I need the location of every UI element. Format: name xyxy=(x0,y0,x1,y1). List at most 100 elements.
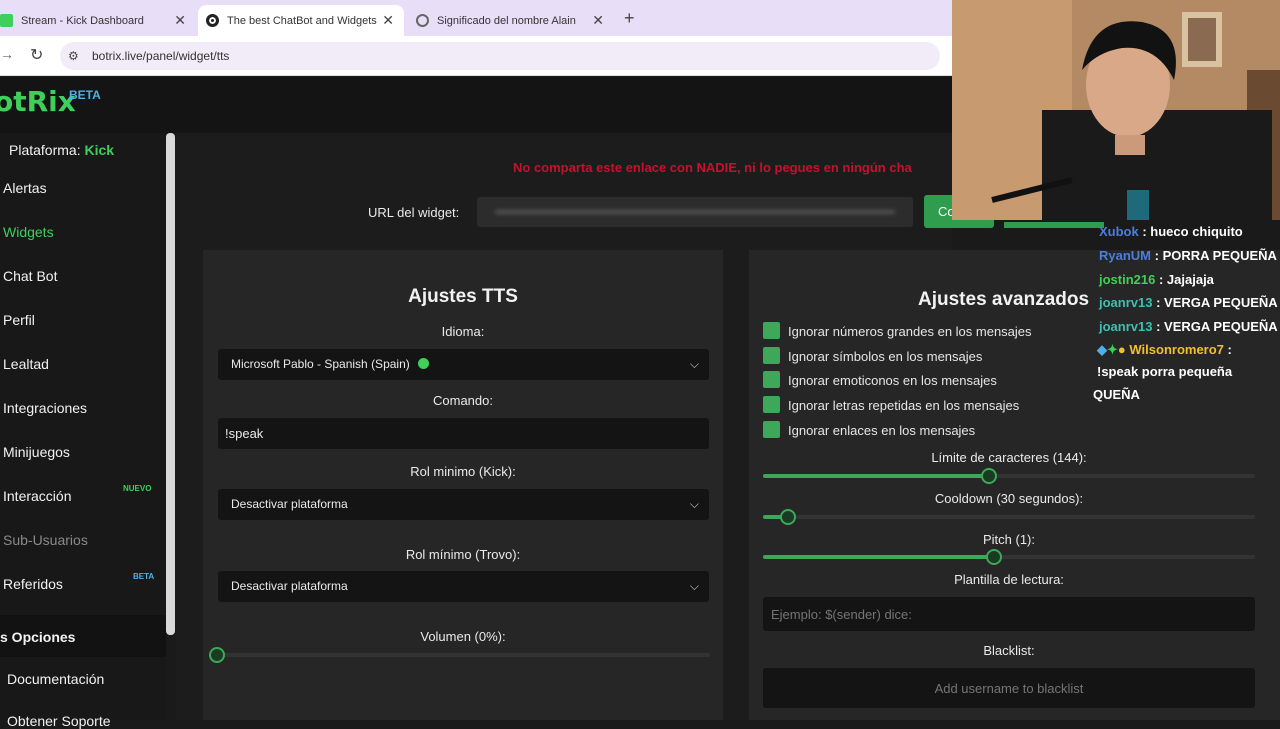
sidebar-item-integraciones[interactable]: Integraciones xyxy=(3,400,87,416)
chat-text: PORRA PEQUEÑA xyxy=(1162,248,1277,263)
sidebar-item-interaccion[interactable]: Interacción xyxy=(3,488,71,504)
sidebar: Plataforma: Kick Alertas Widgets Chat Bo… xyxy=(0,133,166,729)
rol-kick-value: Desactivar plataforma xyxy=(231,497,348,511)
spiral-icon xyxy=(416,14,429,27)
section-title: s Opciones xyxy=(0,629,76,645)
chat-username: Wilsonromero7 xyxy=(1129,342,1224,357)
chevron-down-icon: ⌵ xyxy=(689,357,699,371)
chat-message: RyanUM : PORRA PEQUEÑA xyxy=(1099,248,1277,263)
tts-panel: Ajustes TTS Idioma: Microsoft Pablo - Sp… xyxy=(203,250,723,720)
chat-text: VERGA PEQUEÑA xyxy=(1164,295,1278,310)
sidebar-item-minijuegos[interactable]: Minijuegos xyxy=(3,444,70,460)
status-dot-icon xyxy=(418,358,430,369)
reload-icon[interactable]: ↻ xyxy=(30,45,43,65)
tab-kick-dashboard[interactable]: Stream - Kick Dashboard ✕ xyxy=(0,5,196,36)
close-icon[interactable]: ✕ xyxy=(174,12,186,29)
section-header: s Opciones xyxy=(0,615,166,657)
chat-separator: : xyxy=(1138,224,1151,239)
sidebar-scrollbar[interactable] xyxy=(166,133,175,635)
chat-username: joanrv13 xyxy=(1099,295,1153,310)
sidebar-item-chat-bot[interactable]: Chat Bot xyxy=(3,268,57,284)
slider-handle[interactable] xyxy=(209,647,225,663)
close-icon[interactable]: ✕ xyxy=(592,12,604,29)
chevron-down-icon: ⌵ xyxy=(689,579,699,593)
chat-badges-icon: ◆✦● xyxy=(1097,342,1126,357)
beta-badge: BETA xyxy=(69,88,101,102)
checkbox[interactable] xyxy=(763,421,780,438)
platform-label: Plataforma: xyxy=(9,142,81,158)
webcam-image xyxy=(952,0,1280,220)
cooldown-label: Cooldown (30 segundos): xyxy=(934,491,1084,506)
forward-icon[interactable]: → xyxy=(0,46,14,62)
sidebar-item-sub-usuarios[interactable]: Sub-Usuarios xyxy=(3,532,88,548)
blurred-url xyxy=(495,210,895,214)
tab-label: Significado del nombre Alain xyxy=(437,14,576,27)
template-label: Plantilla de lectura: xyxy=(954,572,1064,587)
chat-username: jostin216 xyxy=(1099,272,1156,287)
chat-separator: : xyxy=(1152,295,1165,310)
botrix-icon xyxy=(206,14,219,27)
chat-username: Xubok xyxy=(1099,224,1139,239)
tab-label: The best ChatBot and Widgets xyxy=(227,14,377,27)
tab-significado[interactable]: Significado del nombre Alain ✕ xyxy=(408,5,614,36)
advanced-title: Ajustes avanzados xyxy=(918,289,1090,310)
kick-icon xyxy=(0,14,13,27)
close-icon[interactable]: ✕ xyxy=(382,12,394,29)
new-tab-icon[interactable]: + xyxy=(624,8,635,29)
chat-separator: : xyxy=(1152,319,1165,334)
site-settings-icon[interactable]: ⚙ xyxy=(68,42,79,70)
check-label: Ignorar números grandes en los mensajes xyxy=(788,324,1032,339)
cooldown-slider[interactable] xyxy=(763,509,1255,525)
template-input[interactable] xyxy=(763,597,1255,631)
slider-fill xyxy=(763,555,995,559)
beta-badge: BETA xyxy=(133,572,155,581)
chevron-down-icon: ⌵ xyxy=(689,497,699,511)
check-label: Ignorar emoticonos en los mensajes xyxy=(788,373,997,388)
slider-handle[interactable] xyxy=(779,509,796,525)
checkbox[interactable] xyxy=(763,371,780,388)
platform-row[interactable]: Plataforma: Kick xyxy=(9,142,114,158)
chat-message: joanrv13 : VERGA PEQUEÑA xyxy=(1099,319,1278,334)
warning-text: No comparta este enlace con NADIE, ni lo… xyxy=(513,160,912,175)
tts-title: Ajustes TTS xyxy=(408,286,518,307)
idioma-select[interactable]: Microsoft Pablo - Spanish (Spain) ⌵ xyxy=(218,349,709,380)
new-badge: NUEVO xyxy=(123,484,152,493)
sidebar-item-referidos[interactable]: Referidos xyxy=(3,576,63,592)
rol-trovo-select[interactable]: Desactivar plataforma ⌵ xyxy=(218,571,709,602)
char-limit-slider[interactable] xyxy=(763,468,1255,484)
sidebar-item-perfil[interactable]: Perfil xyxy=(3,312,35,328)
chat-text: Jajajaja xyxy=(1166,272,1214,287)
sidebar-item-widgets[interactable]: Widgets xyxy=(3,224,54,240)
checkbox[interactable] xyxy=(763,396,780,413)
widget-url-field[interactable] xyxy=(477,197,913,227)
chat-username: RyanUM xyxy=(1099,248,1152,263)
check-label: Ignorar letras repetidas en los mensajes xyxy=(788,398,1020,413)
comando-input[interactable]: !speak xyxy=(218,418,709,449)
url-input[interactable]: ⚙ botrix.live/panel/widget/tts xyxy=(60,42,940,70)
address-bar: → ↻ ⚙ botrix.live/panel/widget/tts xyxy=(0,36,952,76)
sidebar-item-alertas[interactable]: Alertas xyxy=(3,180,47,196)
sidebar-item-lealtad[interactable]: Lealtad xyxy=(3,356,49,372)
logo[interactable]: otRix xyxy=(0,85,76,118)
check-label: Ignorar enlaces en los mensajes xyxy=(788,423,976,438)
volumen-slider[interactable] xyxy=(209,647,710,663)
tab-label: Stream - Kick Dashboard xyxy=(21,14,144,27)
checkbox[interactable] xyxy=(763,322,780,339)
secondary-button[interactable] xyxy=(1004,222,1104,228)
tab-botrix[interactable]: The best ChatBot and Widgets ✕ xyxy=(198,5,404,36)
chat-text: VERGA PEQUEÑA xyxy=(1164,319,1278,334)
char-limit-label: Límite de caracteres (144): xyxy=(931,450,1087,465)
pitch-slider[interactable] xyxy=(763,549,1255,565)
chat-message: ◆✦● Wilsonromero7 : xyxy=(1097,342,1232,358)
blacklist-input[interactable] xyxy=(763,668,1255,708)
slider-fill xyxy=(763,474,990,478)
chat-message: Xubok : hueco chiquito xyxy=(1099,224,1243,239)
checkbox[interactable] xyxy=(763,347,780,364)
chat-text: hueco chiquito xyxy=(1150,224,1243,239)
chat-username: joanrv13 xyxy=(1099,319,1153,334)
rol-trovo-value: Desactivar plataforma xyxy=(231,579,348,593)
sidebar-item-soporte[interactable]: Obtener Soporte xyxy=(7,713,111,729)
chat-message-continuation: !speak porra pequeña xyxy=(1097,364,1233,379)
rol-kick-select[interactable]: Desactivar plataforma ⌵ xyxy=(218,489,709,520)
sidebar-item-documentacion[interactable]: Documentación xyxy=(7,671,104,687)
